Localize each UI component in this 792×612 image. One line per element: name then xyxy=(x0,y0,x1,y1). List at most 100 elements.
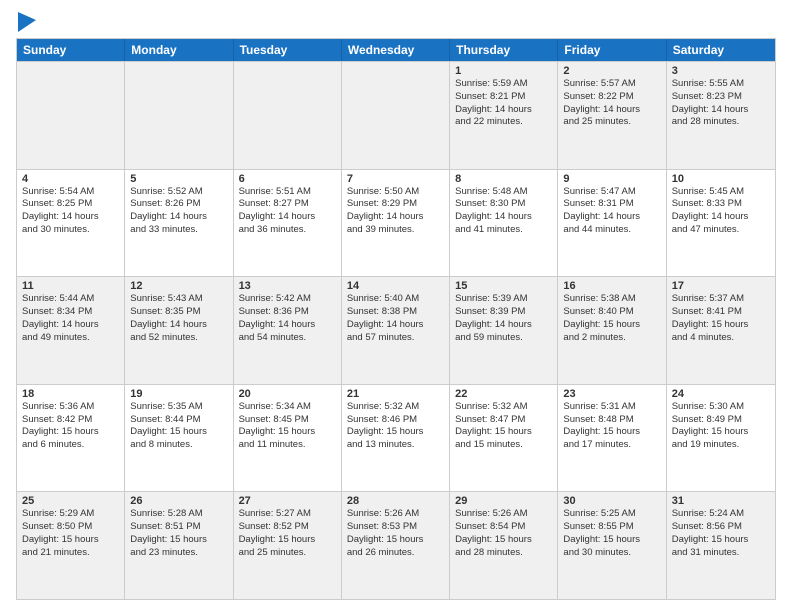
day-number: 21 xyxy=(347,388,444,400)
cell-text: Sunrise: 5:25 AM Sunset: 8:55 PM Dayligh… xyxy=(563,508,660,559)
cal-cell xyxy=(125,62,233,169)
cal-row-2: 11Sunrise: 5:44 AM Sunset: 8:34 PM Dayli… xyxy=(17,276,775,384)
cell-text: Sunrise: 5:26 AM Sunset: 8:54 PM Dayligh… xyxy=(455,508,552,559)
day-number: 25 xyxy=(22,495,119,507)
cell-text: Sunrise: 5:32 AM Sunset: 8:46 PM Dayligh… xyxy=(347,401,444,452)
cell-text: Sunrise: 5:35 AM Sunset: 8:44 PM Dayligh… xyxy=(130,401,227,452)
cal-cell: 4Sunrise: 5:54 AM Sunset: 8:25 PM Daylig… xyxy=(17,170,125,277)
day-number: 29 xyxy=(455,495,552,507)
day-number: 18 xyxy=(22,388,119,400)
logo-icon xyxy=(18,12,36,32)
header-day-thursday: Thursday xyxy=(450,39,558,61)
day-number: 15 xyxy=(455,280,552,292)
day-number: 2 xyxy=(563,65,660,77)
cal-cell: 7Sunrise: 5:50 AM Sunset: 8:29 PM Daylig… xyxy=(342,170,450,277)
day-number: 16 xyxy=(563,280,660,292)
day-number: 11 xyxy=(22,280,119,292)
cal-cell: 28Sunrise: 5:26 AM Sunset: 8:53 PM Dayli… xyxy=(342,492,450,599)
cell-text: Sunrise: 5:27 AM Sunset: 8:52 PM Dayligh… xyxy=(239,508,336,559)
cell-text: Sunrise: 5:50 AM Sunset: 8:29 PM Dayligh… xyxy=(347,186,444,237)
day-number: 26 xyxy=(130,495,227,507)
day-number: 1 xyxy=(455,65,552,77)
day-number: 6 xyxy=(239,173,336,185)
cell-text: Sunrise: 5:36 AM Sunset: 8:42 PM Dayligh… xyxy=(22,401,119,452)
header-day-saturday: Saturday xyxy=(667,39,775,61)
cal-cell: 16Sunrise: 5:38 AM Sunset: 8:40 PM Dayli… xyxy=(558,277,666,384)
day-number: 17 xyxy=(672,280,770,292)
cal-cell: 27Sunrise: 5:27 AM Sunset: 8:52 PM Dayli… xyxy=(234,492,342,599)
cal-cell: 25Sunrise: 5:29 AM Sunset: 8:50 PM Dayli… xyxy=(17,492,125,599)
day-number: 28 xyxy=(347,495,444,507)
cell-text: Sunrise: 5:54 AM Sunset: 8:25 PM Dayligh… xyxy=(22,186,119,237)
day-number: 7 xyxy=(347,173,444,185)
day-number: 12 xyxy=(130,280,227,292)
cal-cell: 10Sunrise: 5:45 AM Sunset: 8:33 PM Dayli… xyxy=(667,170,775,277)
cal-cell: 2Sunrise: 5:57 AM Sunset: 8:22 PM Daylig… xyxy=(558,62,666,169)
cal-cell: 3Sunrise: 5:55 AM Sunset: 8:23 PM Daylig… xyxy=(667,62,775,169)
cell-text: Sunrise: 5:57 AM Sunset: 8:22 PM Dayligh… xyxy=(563,78,660,129)
cal-cell: 31Sunrise: 5:24 AM Sunset: 8:56 PM Dayli… xyxy=(667,492,775,599)
cal-cell: 12Sunrise: 5:43 AM Sunset: 8:35 PM Dayli… xyxy=(125,277,233,384)
cal-cell: 18Sunrise: 5:36 AM Sunset: 8:42 PM Dayli… xyxy=(17,385,125,492)
day-number: 5 xyxy=(130,173,227,185)
cell-text: Sunrise: 5:44 AM Sunset: 8:34 PM Dayligh… xyxy=(22,293,119,344)
cal-cell: 5Sunrise: 5:52 AM Sunset: 8:26 PM Daylig… xyxy=(125,170,233,277)
cal-cell: 17Sunrise: 5:37 AM Sunset: 8:41 PM Dayli… xyxy=(667,277,775,384)
cal-cell: 23Sunrise: 5:31 AM Sunset: 8:48 PM Dayli… xyxy=(558,385,666,492)
day-number: 4 xyxy=(22,173,119,185)
cell-text: Sunrise: 5:43 AM Sunset: 8:35 PM Dayligh… xyxy=(130,293,227,344)
day-number: 30 xyxy=(563,495,660,507)
day-number: 20 xyxy=(239,388,336,400)
day-number: 14 xyxy=(347,280,444,292)
day-number: 3 xyxy=(672,65,770,77)
cell-text: Sunrise: 5:51 AM Sunset: 8:27 PM Dayligh… xyxy=(239,186,336,237)
header-day-sunday: Sunday xyxy=(17,39,125,61)
day-number: 13 xyxy=(239,280,336,292)
cell-text: Sunrise: 5:37 AM Sunset: 8:41 PM Dayligh… xyxy=(672,293,770,344)
header-day-tuesday: Tuesday xyxy=(234,39,342,61)
cell-text: Sunrise: 5:48 AM Sunset: 8:30 PM Dayligh… xyxy=(455,186,552,237)
cell-text: Sunrise: 5:55 AM Sunset: 8:23 PM Dayligh… xyxy=(672,78,770,129)
calendar-header: SundayMondayTuesdayWednesdayThursdayFrid… xyxy=(17,39,775,61)
day-number: 9 xyxy=(563,173,660,185)
cell-text: Sunrise: 5:34 AM Sunset: 8:45 PM Dayligh… xyxy=(239,401,336,452)
logo xyxy=(16,12,36,30)
cal-cell: 26Sunrise: 5:28 AM Sunset: 8:51 PM Dayli… xyxy=(125,492,233,599)
cell-text: Sunrise: 5:24 AM Sunset: 8:56 PM Dayligh… xyxy=(672,508,770,559)
cal-cell: 8Sunrise: 5:48 AM Sunset: 8:30 PM Daylig… xyxy=(450,170,558,277)
cell-text: Sunrise: 5:59 AM Sunset: 8:21 PM Dayligh… xyxy=(455,78,552,129)
calendar-body: 1Sunrise: 5:59 AM Sunset: 8:21 PM Daylig… xyxy=(17,61,775,599)
cal-cell: 11Sunrise: 5:44 AM Sunset: 8:34 PM Dayli… xyxy=(17,277,125,384)
day-number: 10 xyxy=(672,173,770,185)
cal-cell: 6Sunrise: 5:51 AM Sunset: 8:27 PM Daylig… xyxy=(234,170,342,277)
day-number: 24 xyxy=(672,388,770,400)
cell-text: Sunrise: 5:31 AM Sunset: 8:48 PM Dayligh… xyxy=(563,401,660,452)
cal-row-3: 18Sunrise: 5:36 AM Sunset: 8:42 PM Dayli… xyxy=(17,384,775,492)
cal-row-0: 1Sunrise: 5:59 AM Sunset: 8:21 PM Daylig… xyxy=(17,61,775,169)
header-day-friday: Friday xyxy=(558,39,666,61)
cal-cell xyxy=(17,62,125,169)
cal-cell xyxy=(234,62,342,169)
cal-cell xyxy=(342,62,450,169)
cal-cell: 14Sunrise: 5:40 AM Sunset: 8:38 PM Dayli… xyxy=(342,277,450,384)
day-number: 19 xyxy=(130,388,227,400)
cal-cell: 1Sunrise: 5:59 AM Sunset: 8:21 PM Daylig… xyxy=(450,62,558,169)
day-number: 8 xyxy=(455,173,552,185)
cal-cell: 30Sunrise: 5:25 AM Sunset: 8:55 PM Dayli… xyxy=(558,492,666,599)
cell-text: Sunrise: 5:42 AM Sunset: 8:36 PM Dayligh… xyxy=(239,293,336,344)
cal-cell: 21Sunrise: 5:32 AM Sunset: 8:46 PM Dayli… xyxy=(342,385,450,492)
cal-cell: 9Sunrise: 5:47 AM Sunset: 8:31 PM Daylig… xyxy=(558,170,666,277)
header-day-wednesday: Wednesday xyxy=(342,39,450,61)
cal-cell: 13Sunrise: 5:42 AM Sunset: 8:36 PM Dayli… xyxy=(234,277,342,384)
cell-text: Sunrise: 5:32 AM Sunset: 8:47 PM Dayligh… xyxy=(455,401,552,452)
cell-text: Sunrise: 5:45 AM Sunset: 8:33 PM Dayligh… xyxy=(672,186,770,237)
day-number: 22 xyxy=(455,388,552,400)
cell-text: Sunrise: 5:26 AM Sunset: 8:53 PM Dayligh… xyxy=(347,508,444,559)
cal-cell: 20Sunrise: 5:34 AM Sunset: 8:45 PM Dayli… xyxy=(234,385,342,492)
cell-text: Sunrise: 5:40 AM Sunset: 8:38 PM Dayligh… xyxy=(347,293,444,344)
cal-row-4: 25Sunrise: 5:29 AM Sunset: 8:50 PM Dayli… xyxy=(17,491,775,599)
header xyxy=(16,12,776,30)
cal-cell: 15Sunrise: 5:39 AM Sunset: 8:39 PM Dayli… xyxy=(450,277,558,384)
calendar: SundayMondayTuesdayWednesdayThursdayFrid… xyxy=(16,38,776,600)
cell-text: Sunrise: 5:52 AM Sunset: 8:26 PM Dayligh… xyxy=(130,186,227,237)
